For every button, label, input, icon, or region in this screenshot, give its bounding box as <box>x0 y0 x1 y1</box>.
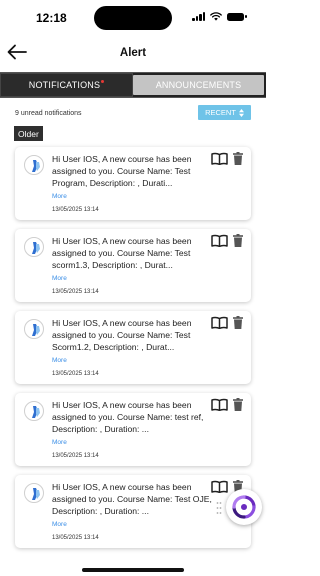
sort-label: RECENT <box>205 108 236 117</box>
course-logo-icon <box>24 237 44 257</box>
unread-count: 9 unread notifications <box>15 110 82 117</box>
sort-button[interactable]: RECENT <box>198 105 251 120</box>
notification-card[interactable]: Hi User IOS, A new course has been assig… <box>15 311 251 384</box>
book-open-icon[interactable] <box>211 480 228 493</box>
drag-handle-icon[interactable] <box>216 501 222 515</box>
group-label: Older <box>18 128 39 139</box>
notification-timestamp: 13/05/2025 13:14 <box>52 453 99 459</box>
status-icons <box>192 12 247 21</box>
course-logo-icon <box>24 155 44 175</box>
wifi-icon <box>210 12 222 21</box>
book-open-icon[interactable] <box>211 234 228 247</box>
battery-icon <box>227 12 247 21</box>
course-logo-icon <box>24 401 44 421</box>
tab-bar: NOTIFICATIONS ANNOUNCEMENTS <box>0 72 266 98</box>
notification-message: Hi User IOS, A new course has been assig… <box>52 318 192 352</box>
more-link[interactable]: More <box>52 439 67 446</box>
course-logo-icon <box>24 319 44 339</box>
sort-arrows-icon <box>238 108 244 117</box>
notification-timestamp: 13/05/2025 13:14 <box>52 289 99 295</box>
header: Alert <box>0 40 266 68</box>
signal-icon <box>192 12 205 21</box>
book-open-icon[interactable] <box>211 398 228 411</box>
book-open-icon[interactable] <box>211 316 228 329</box>
notification-message: Hi User IOS, A new course has been assig… <box>52 236 192 270</box>
home-indicator <box>82 568 184 572</box>
tab-label: ANNOUNCEMENTS <box>155 80 242 90</box>
trash-icon[interactable] <box>233 316 243 329</box>
more-link[interactable]: More <box>52 193 67 200</box>
more-link[interactable]: More <box>52 521 67 528</box>
notification-timestamp: 13/05/2025 13:14 <box>52 207 99 213</box>
notification-timestamp: 13/05/2025 13:14 <box>52 535 99 541</box>
page-title: Alert <box>119 47 147 59</box>
more-link[interactable]: More <box>52 357 67 364</box>
trash-icon[interactable] <box>233 398 243 411</box>
tab-announcements[interactable]: ANNOUNCEMENTS <box>133 75 264 95</box>
notification-card[interactable]: Hi User IOS, A new course has been assig… <box>15 147 251 220</box>
dynamic-island <box>94 6 172 30</box>
unread-dot <box>101 79 105 83</box>
notification-card[interactable]: Hi User IOS, A new course has been assig… <box>15 229 251 302</box>
notification-timestamp: 13/05/2025 13:14 <box>52 371 99 377</box>
status-bar: 12:18 <box>0 0 266 36</box>
notification-message: Hi User IOS, A new course has been assig… <box>52 400 204 434</box>
book-open-icon[interactable] <box>211 152 228 165</box>
group-header-older: Older <box>14 126 43 141</box>
trash-icon[interactable] <box>233 152 243 165</box>
course-logo-icon <box>24 483 44 503</box>
tab-label: NOTIFICATIONS <box>28 80 101 90</box>
notification-message: Hi User IOS, A new course has been assig… <box>52 154 192 188</box>
more-link[interactable]: More <box>52 275 67 282</box>
status-time: 12:18 <box>36 11 67 25</box>
tab-notifications[interactable]: NOTIFICATIONS <box>0 73 133 97</box>
notification-message: Hi User IOS, A new course has been assig… <box>52 482 212 516</box>
assistant-fab-button[interactable] <box>226 489 262 525</box>
notification-card[interactable]: Hi User IOS, A new course has been assig… <box>15 393 251 466</box>
spinner-logo-icon <box>232 495 256 519</box>
trash-icon[interactable] <box>233 234 243 247</box>
